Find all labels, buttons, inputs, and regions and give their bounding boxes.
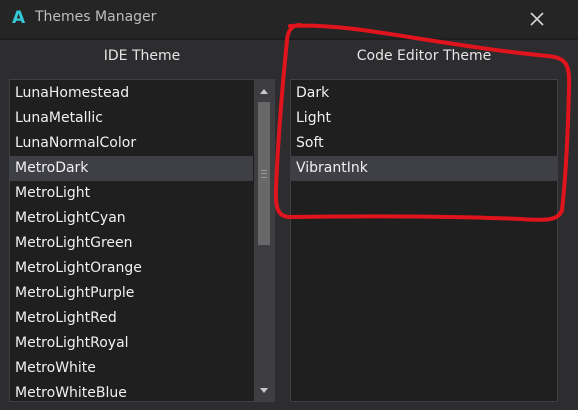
ide-theme-list-item[interactable]: MetroWhite [10, 356, 253, 381]
title-bar: A Themes Manager [0, 0, 578, 38]
ide-theme-list-item[interactable]: MetroLightOrange [10, 256, 253, 281]
scroll-down-button[interactable] [254, 381, 274, 399]
code-editor-theme-list-item[interactable]: Soft [291, 131, 557, 156]
ide-theme-scrollbar[interactable] [254, 80, 274, 401]
code-editor-theme-list-item[interactable]: VibrantInk [291, 156, 557, 181]
ide-theme-list-item[interactable]: MetroLightPurple [10, 281, 253, 306]
scroll-up-arrow-icon [260, 88, 268, 94]
close-button[interactable] [522, 6, 552, 32]
code-editor-theme-list-item[interactable]: Dark [291, 81, 557, 106]
ide-theme-list-item[interactable]: LunaMetallic [10, 106, 253, 131]
ide-theme-list-item[interactable]: MetroLightRoyal [10, 331, 253, 356]
close-icon [530, 12, 544, 26]
ide-theme-list-item[interactable]: LunaHomestead [10, 81, 253, 106]
scroll-thumb[interactable] [258, 102, 270, 245]
ide-theme-list-item[interactable]: MetroWhiteBlue [10, 381, 253, 401]
code-editor-theme-header: Code Editor Theme [356, 48, 492, 64]
ide-theme-list-item[interactable]: MetroLightGreen [10, 231, 253, 256]
ide-theme-list-item[interactable]: MetroLight [10, 181, 253, 206]
ide-theme-list-item[interactable]: MetroLightRed [10, 306, 253, 331]
code-editor-theme-list-item[interactable]: Light [291, 106, 557, 131]
code-editor-theme-list[interactable]: Dark Light Soft VibrantInk [290, 79, 558, 402]
scroll-down-arrow-icon [260, 387, 268, 393]
ide-theme-header: IDE Theme [103, 48, 181, 64]
ide-theme-list[interactable]: LunaHomestead LunaMetallic LunaNormalColor… [9, 79, 275, 402]
scroll-up-button[interactable] [254, 82, 274, 100]
app-logo-icon: A [12, 8, 26, 28]
ide-theme-list-item[interactable]: LunaNormalColor [10, 131, 253, 156]
scroll-grip-icon [261, 170, 267, 178]
title-divider [0, 38, 578, 40]
ide-theme-list-item[interactable]: MetroLightCyan [10, 206, 253, 231]
ide-theme-list-item[interactable]: MetroDark [10, 156, 253, 181]
window-title: Themes Manager [35, 9, 157, 25]
